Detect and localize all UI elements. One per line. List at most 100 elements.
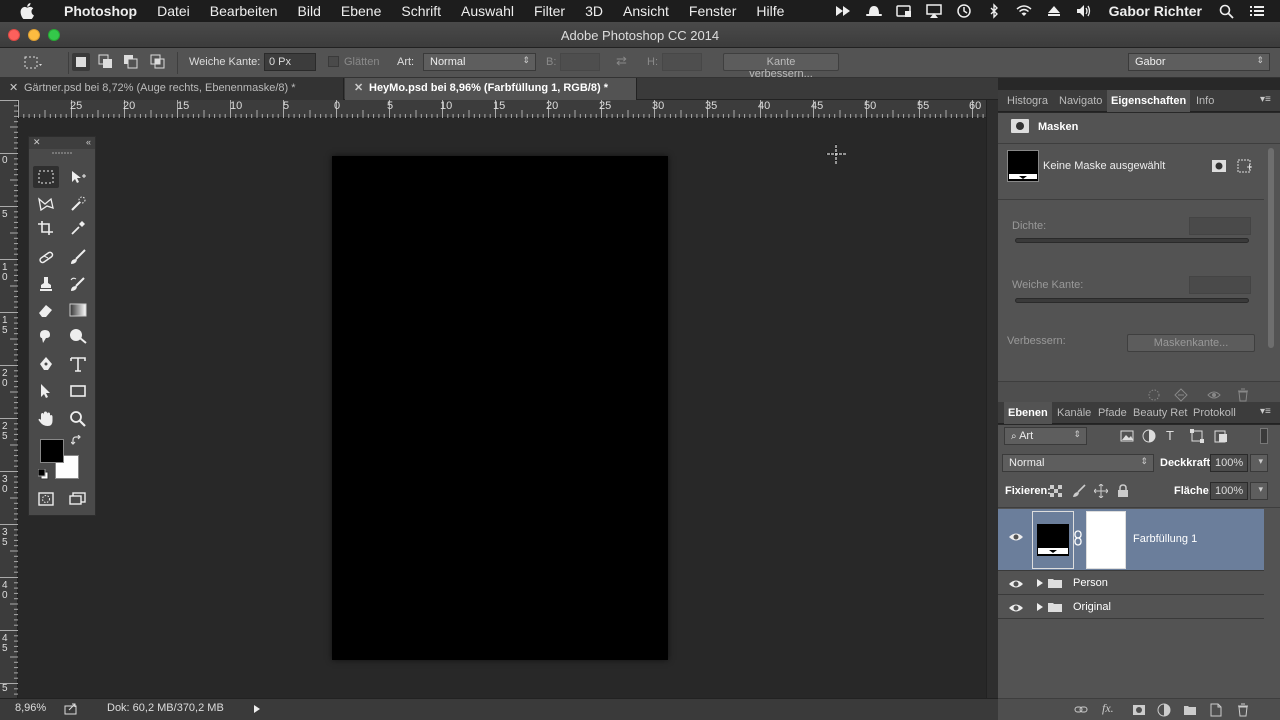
bluetooth-icon[interactable]: [985, 3, 1003, 19]
menu-bearbeiten[interactable]: Bearbeiten: [210, 3, 278, 19]
spot-healing-brush-icon[interactable]: [33, 246, 59, 268]
antialias-checkbox[interactable]: [328, 56, 339, 67]
filter-pixel-icon[interactable]: [1120, 429, 1134, 443]
expand-group-arrow-icon[interactable]: [1036, 602, 1044, 612]
menu-schrift[interactable]: Schrift: [401, 3, 441, 19]
document-canvas[interactable]: [332, 156, 668, 660]
width-input[interactable]: [560, 53, 600, 71]
quick-mask-icon[interactable]: [33, 488, 59, 510]
swap-dimensions-icon[interactable]: ⇄: [616, 53, 632, 71]
tab-heymo[interactable]: ✕ HeyMo.psd bei 8,96% (Farbfüllung 1, RG…: [345, 78, 637, 100]
expand-group-arrow-icon[interactable]: [1036, 578, 1044, 588]
mask-edge-button[interactable]: Maskenkante...: [1127, 334, 1255, 352]
path-selection-icon[interactable]: [33, 380, 59, 402]
add-to-selection-icon[interactable]: [97, 53, 115, 71]
menu-filter[interactable]: Filter: [534, 3, 565, 19]
menu-bild[interactable]: Bild: [298, 3, 321, 19]
menu-datei[interactable]: Datei: [157, 3, 190, 19]
disable-mask-icon[interactable]: [1207, 388, 1221, 402]
history-brush-icon[interactable]: [65, 273, 91, 295]
panel-menu-icon[interactable]: ▾≡: [1260, 406, 1271, 417]
screen-capture-icon[interactable]: [895, 3, 913, 19]
quick-selection-icon[interactable]: [65, 193, 91, 215]
pen-tool-icon[interactable]: [33, 353, 59, 375]
new-selection-icon[interactable]: [72, 53, 90, 71]
rectangular-marquee-icon[interactable]: [33, 166, 59, 188]
workspace-dropdown[interactable]: Gabor ⇕: [1128, 53, 1270, 71]
visibility-eye-icon[interactable]: [1008, 602, 1024, 614]
menu-auswahl[interactable]: Auswahl: [461, 3, 514, 19]
new-adjustment-layer-icon[interactable]: [1157, 703, 1171, 717]
lock-pixels-icon[interactable]: [1072, 484, 1086, 498]
panel-menu-icon[interactable]: ▾≡: [1260, 94, 1271, 105]
hat-icon[interactable]: [865, 3, 883, 19]
tab-paths[interactable]: Pfade: [1098, 402, 1127, 424]
zoom-level[interactable]: 8,96%: [15, 702, 46, 714]
intersect-selection-icon[interactable]: [149, 53, 167, 71]
smudge-tool-icon[interactable]: [33, 325, 59, 347]
menu-ebene[interactable]: Ebene: [341, 3, 381, 19]
tab-history[interactable]: Protokoll: [1193, 402, 1236, 424]
opacity-dropdown-button[interactable]: ▾: [1250, 454, 1268, 472]
mask-feather-slider[interactable]: [1015, 298, 1249, 303]
tab-navigator[interactable]: Navigato: [1059, 90, 1102, 112]
properties-scroll-track[interactable]: [1266, 148, 1276, 348]
fill-input[interactable]: 100%: [1210, 482, 1248, 500]
rectangle-tool-icon[interactable]: [65, 380, 91, 402]
layer-mask-thumbnail[interactable]: [1086, 511, 1126, 569]
eyedropper-icon[interactable]: [65, 217, 91, 239]
menu-fenster[interactable]: Fenster: [689, 3, 736, 19]
fill-dropdown-button[interactable]: ▾: [1250, 482, 1268, 500]
spotlight-search-icon[interactable]: [1218, 3, 1236, 19]
hand-tool-icon[interactable]: [33, 408, 59, 430]
horizontal-ruler[interactable]: 25 20 15 10 5 0 5 10 15 20 25 30 35 40 4…: [18, 100, 986, 118]
filter-toggle-switch[interactable]: [1260, 428, 1268, 444]
filter-shape-icon[interactable]: [1190, 429, 1204, 443]
lasso-tool-icon[interactable]: [33, 193, 59, 215]
layer-row-fill[interactable]: Farbfüllung 1: [998, 509, 1264, 571]
notification-center-icon[interactable]: [1248, 3, 1266, 19]
clone-stamp-icon[interactable]: [33, 273, 59, 295]
type-tool-icon[interactable]: [65, 353, 91, 375]
layer-row-group-person[interactable]: Person: [998, 572, 1264, 595]
tab-properties[interactable]: Eigenschaften: [1107, 90, 1191, 112]
user-name[interactable]: Gabor Richter: [1109, 3, 1202, 19]
status-menu-arrow-icon[interactable]: [252, 703, 262, 715]
wifi-icon[interactable]: [1015, 3, 1033, 19]
new-layer-icon[interactable]: [1209, 703, 1223, 717]
visibility-eye-icon[interactable]: [1008, 531, 1024, 543]
share-icon[interactable]: [64, 702, 78, 716]
opacity-input[interactable]: 100%: [1210, 454, 1248, 472]
panel-grip[interactable]: [29, 149, 95, 157]
add-vector-mask-icon[interactable]: [1236, 158, 1252, 174]
delete-mask-icon[interactable]: [1236, 388, 1250, 402]
tab-channels[interactable]: Kanäle: [1057, 402, 1091, 424]
tab-layers[interactable]: Ebenen: [1004, 402, 1052, 424]
properties-scroll-thumb[interactable]: [1268, 148, 1274, 348]
vertical-ruler[interactable]: 0 5 10 15 20 25 30 35 40 45 5: [0, 100, 18, 698]
crop-tool-icon[interactable]: [33, 217, 59, 239]
close-tab-icon[interactable]: ✕: [354, 81, 363, 94]
refine-edge-button[interactable]: Kante verbessern...: [723, 53, 839, 80]
layer-name[interactable]: Original: [1073, 601, 1111, 613]
mask-feather-input[interactable]: [1189, 276, 1251, 294]
swap-colors-icon[interactable]: [71, 435, 83, 447]
tab-gaertner[interactable]: ✕ Gärtner.psd bei 8,72% (Auge rechts, Eb…: [0, 78, 344, 100]
menu-ansicht[interactable]: Ansicht: [623, 3, 669, 19]
layer-name[interactable]: Person: [1073, 577, 1108, 589]
brush-tool-icon[interactable]: [65, 246, 91, 268]
screen-mode-icon[interactable]: [65, 488, 91, 510]
height-input[interactable]: [662, 53, 702, 71]
apple-icon[interactable]: [20, 3, 42, 19]
layer-filter-dropdown[interactable]: ⌕ Art ⇕: [1004, 427, 1087, 445]
style-dropdown[interactable]: Normal ⇕: [423, 53, 536, 71]
dodge-tool-icon[interactable]: [65, 325, 91, 347]
airplay-icon[interactable]: [925, 3, 943, 19]
filter-type-icon[interactable]: T: [1166, 428, 1174, 443]
tab-info[interactable]: Info: [1196, 90, 1214, 112]
menu-3d[interactable]: 3D: [585, 3, 603, 19]
blend-mode-dropdown[interactable]: Normal ⇕: [1002, 454, 1154, 472]
link-icon[interactable]: [1073, 530, 1083, 546]
vertical-scrollbar[interactable]: [986, 100, 998, 698]
layer-row-group-original[interactable]: Original: [998, 596, 1264, 619]
